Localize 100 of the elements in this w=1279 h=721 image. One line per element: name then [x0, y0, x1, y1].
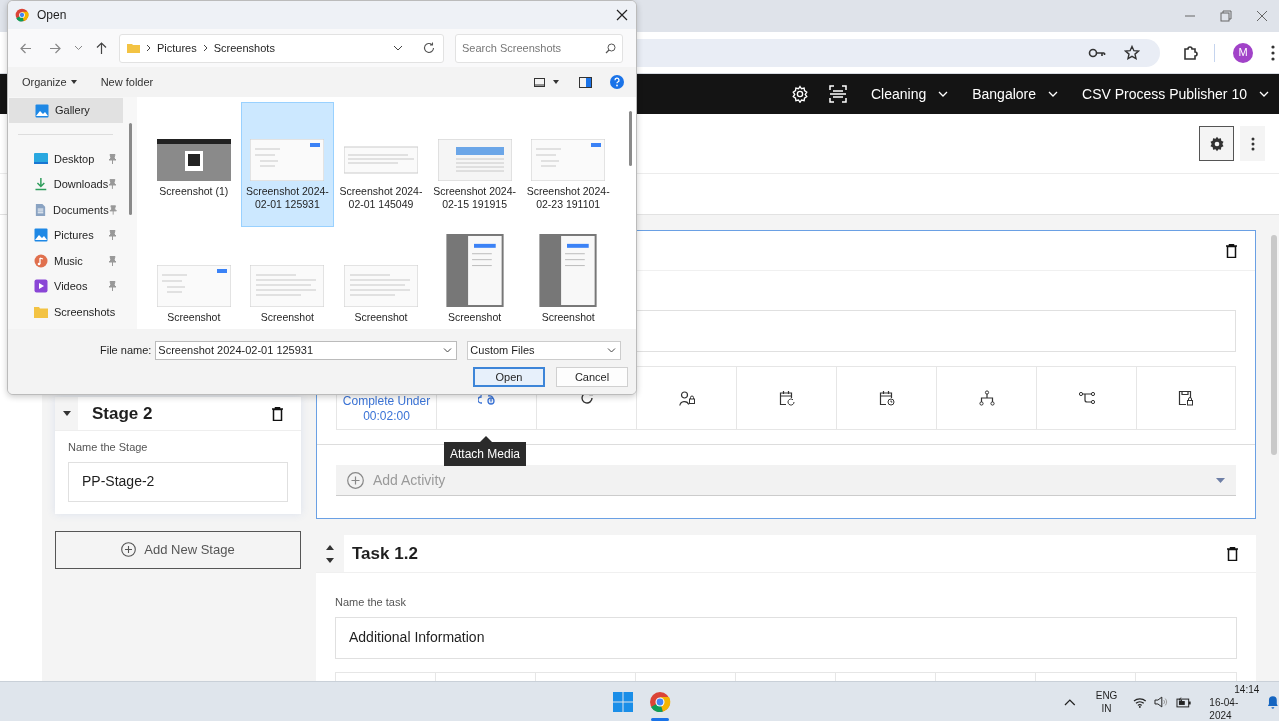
file-name: Screenshot 2024-02-01 145049 [339, 185, 423, 212]
breadcrumb-item[interactable]: Screenshots [213, 39, 275, 57]
caret-down-icon[interactable] [62, 411, 71, 416]
nav-menu[interactable]: CSV Process Publisher 10 [1082, 83, 1269, 105]
branch-icon[interactable] [1078, 391, 1095, 405]
search-icon [605, 42, 616, 54]
file-item[interactable]: Screenshot [240, 233, 335, 329]
user-lock-icon[interactable] [678, 390, 695, 406]
browser-app-icon[interactable] [649, 691, 671, 713]
file-item[interactable]: Screenshot 2024-02-01 145049 [334, 102, 428, 227]
new-folder-button[interactable]: New folder [100, 73, 154, 91]
task-name-field[interactable]: Additional Information [335, 616, 1237, 659]
search-placeholder: Search Screenshots [462, 40, 563, 56]
profile-avatar[interactable]: M [1233, 42, 1253, 63]
file-item[interactable]: Screenshot [427, 233, 522, 329]
restore-icon[interactable] [1219, 9, 1233, 23]
refresh-icon[interactable] [423, 42, 435, 54]
language-indicator[interactable]: ENG [1095, 689, 1118, 702]
file-item[interactable]: Screenshot 2024-02-01 125931 [240, 102, 335, 227]
dialog-title: Open [37, 7, 68, 24]
start-icon[interactable] [613, 692, 633, 712]
close-icon[interactable] [616, 9, 628, 21]
downloads-icon [34, 177, 48, 192]
add-stage-button[interactable]: Add New Stage [55, 530, 301, 569]
clock-date[interactable]: 16-04-2024 [1209, 695, 1260, 721]
kebab-icon [1250, 136, 1255, 151]
file-item[interactable]: Screenshot [521, 233, 615, 329]
delete-icon[interactable] [1226, 243, 1237, 258]
nav-item[interactable]: Downloads [8, 171, 123, 197]
move-down-icon[interactable] [326, 557, 334, 563]
caret-down-icon[interactable] [553, 80, 559, 84]
extensions-icon[interactable] [1182, 43, 1200, 62]
key-icon[interactable] [1088, 46, 1106, 59]
move-up-icon[interactable] [326, 544, 334, 550]
scrollbar[interactable] [1271, 235, 1277, 455]
settings-icon[interactable] [790, 85, 809, 103]
delete-icon[interactable] [272, 406, 283, 421]
chevron-down-icon[interactable] [393, 45, 403, 51]
file-item[interactable]: Screenshot [334, 233, 428, 329]
address-field[interactable]: Pictures Screenshots [119, 33, 444, 63]
speaker-icon[interactable] [1154, 696, 1168, 708]
tooltip: Attach Media [444, 442, 527, 466]
stage-name-field[interactable]: PP-Stage-2 [68, 461, 288, 502]
scan-icon[interactable] [828, 85, 847, 103]
nav-item[interactable]: Documents [8, 197, 123, 223]
nav-menu[interactable]: Cleaning [870, 83, 949, 105]
nav-item[interactable]: Music [8, 248, 123, 274]
star-icon[interactable] [1124, 44, 1140, 61]
organize-menu[interactable]: Organize [22, 73, 77, 91]
notification-bell-icon[interactable] [1267, 695, 1279, 709]
nav-item[interactable]: Screenshots [8, 299, 123, 325]
file-name-field[interactable]: Screenshot 2024-02-01 125931 [155, 341, 458, 360]
cancel-button[interactable]: Cancel [556, 367, 628, 387]
menu-icon[interactable] [1271, 44, 1275, 61]
file-item[interactable]: Screenshot 2024-02-15 191915 [427, 102, 522, 227]
calendar-refresh-icon[interactable] [778, 390, 795, 406]
preview-pane-icon[interactable] [579, 76, 592, 88]
nav-item[interactable]: Pictures [8, 222, 123, 248]
search-field[interactable]: Search Screenshots [455, 33, 623, 63]
pin-icon[interactable] [108, 230, 117, 241]
file-name: Screenshot 2024-02-15 191915 [432, 185, 517, 212]
file-item[interactable]: Screenshot 2024-02-23 191101 [521, 102, 615, 227]
view-mode-icon[interactable] [534, 77, 545, 87]
file-item[interactable]: Screenshot [147, 233, 241, 329]
hierarchy-icon[interactable] [978, 390, 995, 406]
nav-item[interactable]: Desktop [8, 146, 123, 172]
pin-icon[interactable] [108, 204, 117, 215]
file-type-dropdown[interactable]: Custom Files [467, 341, 622, 360]
back-arrow-icon[interactable] [20, 42, 32, 54]
region-indicator[interactable]: IN [1101, 702, 1112, 715]
add-activity-label: Add Activity [373, 470, 447, 490]
file-name-value: Screenshot 2024-02-01 125931 [158, 343, 315, 359]
file-type-value: Custom Files [470, 343, 536, 359]
chevron-up-icon[interactable] [1064, 698, 1076, 706]
calendar-clock-icon[interactable] [878, 390, 895, 406]
delete-icon[interactable] [1227, 546, 1238, 561]
save-lock-icon[interactable] [1178, 390, 1194, 406]
task-title: Task 1.2 [352, 542, 419, 565]
file-item[interactable]: Screenshot (1) [147, 102, 241, 227]
file-name: Screenshot [447, 311, 503, 324]
timer-label[interactable]: Complete Under [342, 394, 431, 409]
battery-icon[interactable] [1175, 696, 1192, 708]
nav-item[interactable]: Gallery [9, 98, 123, 123]
breadcrumb-item[interactable]: Pictures [157, 39, 197, 57]
clock-time[interactable]: 14:14 [1234, 682, 1260, 696]
timer-value[interactable]: 00:02:00 [363, 409, 410, 424]
chevron-down-icon [938, 91, 949, 97]
pin-icon[interactable] [108, 179, 117, 190]
help-icon[interactable] [610, 75, 624, 89]
settings-button[interactable] [1199, 126, 1234, 161]
folder-icon [127, 43, 140, 53]
pin-icon[interactable] [108, 281, 117, 292]
pin-icon[interactable] [108, 153, 117, 164]
nav-menu[interactable]: Bangalore [972, 83, 1059, 105]
open-button[interactable]: Open [473, 367, 545, 387]
nav-item[interactable]: Videos [8, 273, 123, 299]
wifi-icon[interactable] [1133, 696, 1148, 708]
forward-arrow-icon[interactable] [49, 42, 61, 54]
pin-icon[interactable] [108, 255, 117, 266]
up-arrow-icon[interactable] [96, 42, 107, 54]
